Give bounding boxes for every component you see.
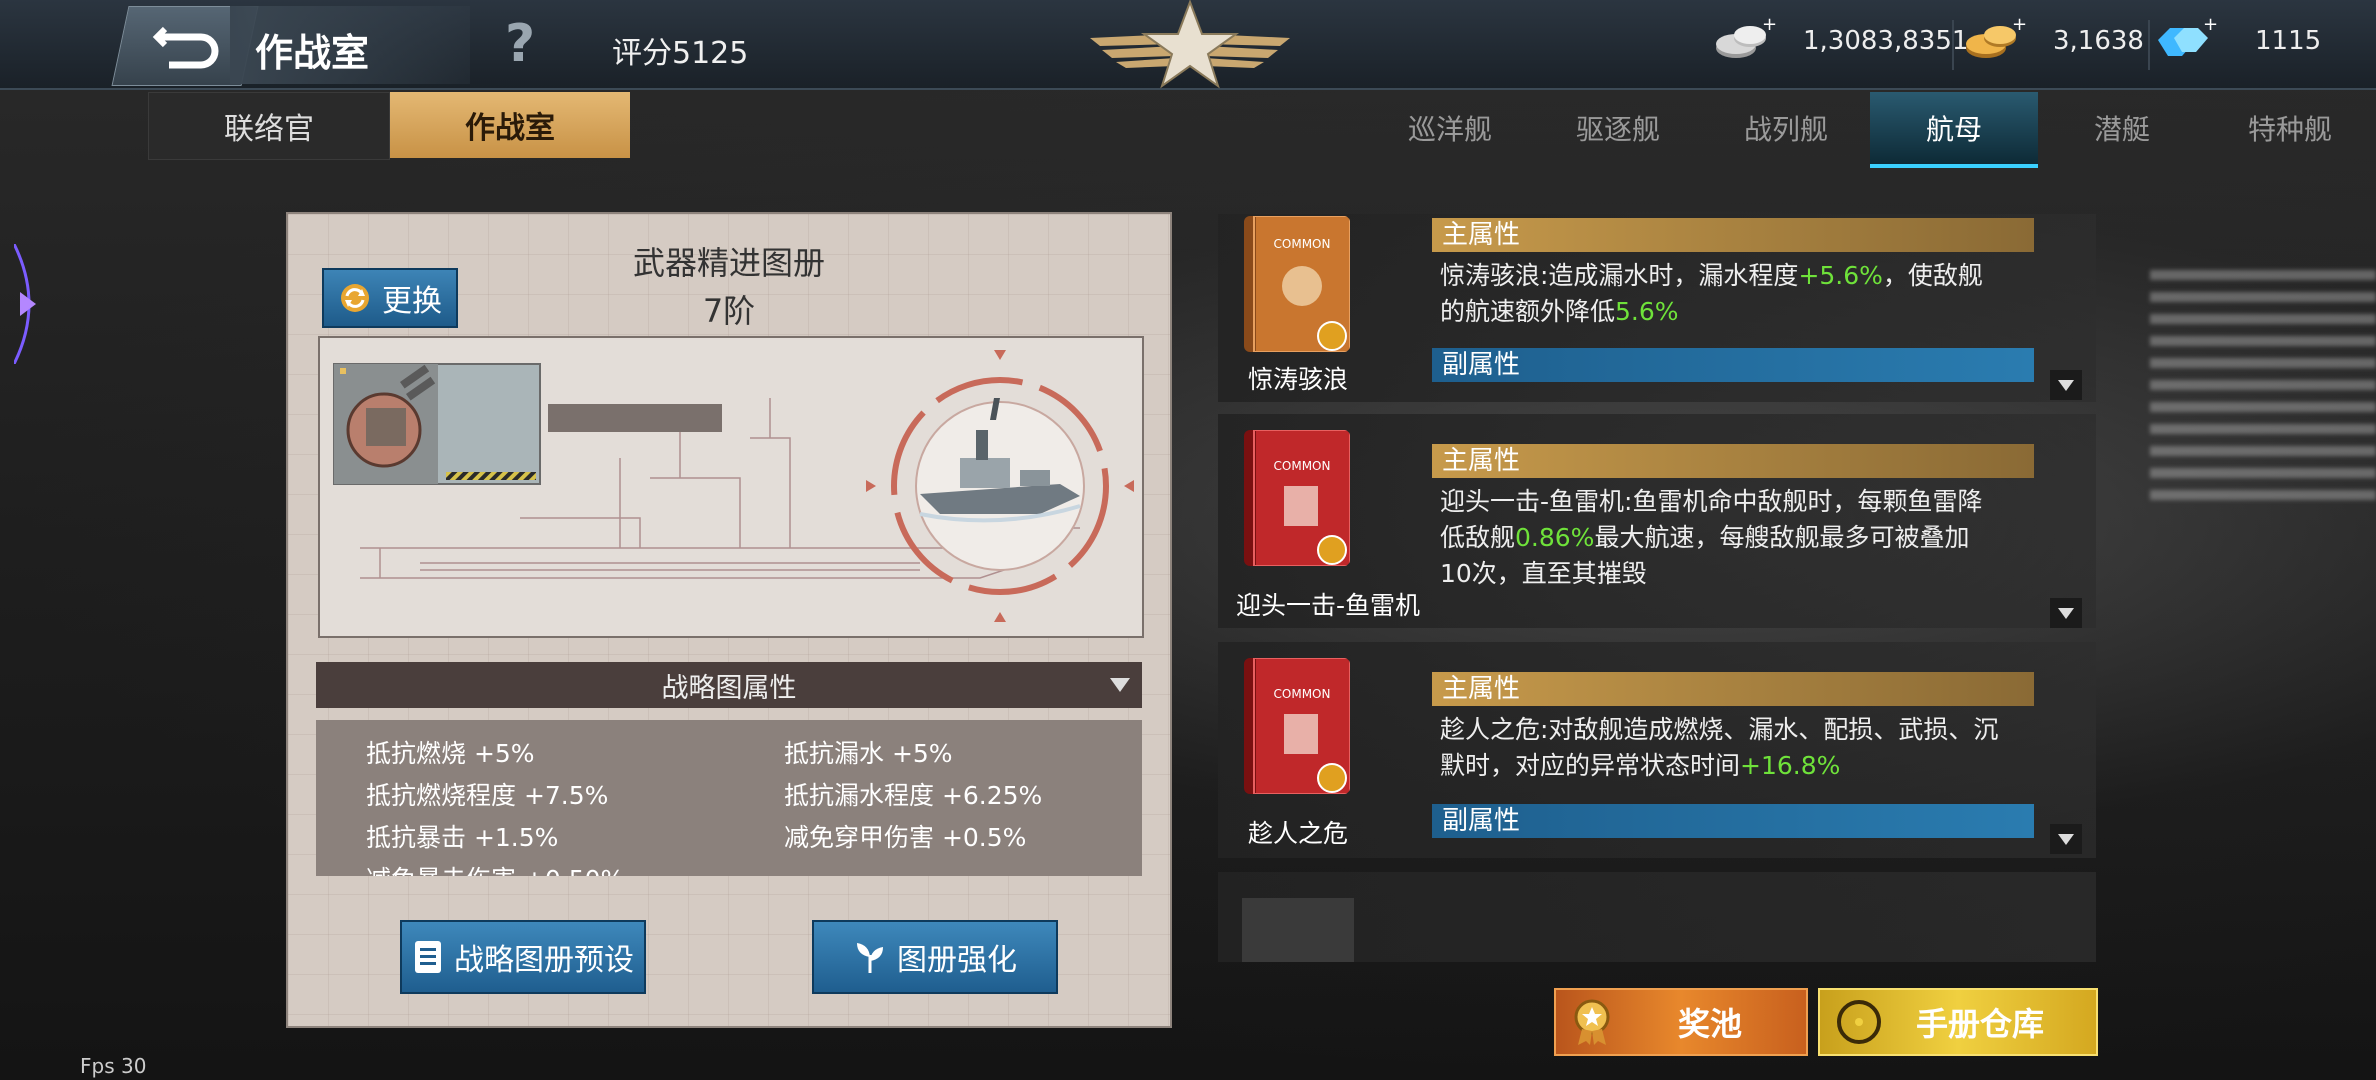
manual-card[interactable]: COMMON 迎头一击-鱼雷机 主属性 迎头一击-鱼雷机:鱼雷机命中敌舰时，每颗…: [1218, 414, 2096, 628]
main-attribute-label: 主属性: [1432, 218, 2034, 252]
star-wings-emblem-icon: [1090, 0, 1290, 89]
page-title: 作战室: [255, 31, 370, 75]
sprout-icon: [857, 943, 883, 973]
strategy-album-panel: 武器精进图册 7阶 更换 战略图属性 抵抗燃烧 +5% 抵抗漏水 +5% 抵抗燃…: [286, 212, 1172, 1028]
manual-name: 迎头一击-鱼雷机: [1235, 591, 1421, 620]
medal-icon: [1574, 999, 1610, 1045]
weapon-thumbnail: [333, 363, 541, 485]
prize-pool-button[interactable]: 奖池: [1554, 988, 1808, 1056]
manual-card[interactable]: COMMON 惊涛骇浪 主属性 惊涛骇浪:造成漏水时，漏水程度+5.6%，使敌舰…: [1218, 214, 2096, 402]
svg-text:COMMON: COMMON: [1274, 687, 1331, 701]
orange-book-icon: COMMON: [1244, 216, 1350, 352]
weapon-name-plate: [548, 404, 722, 432]
attribute-item: 抵抗漏水程度 +6.25%: [784, 781, 1043, 810]
manual-card[interactable]: [1218, 872, 2096, 962]
red-book-icon: COMMON: [1244, 430, 1350, 566]
sub-attribute-label: 副属性: [1432, 804, 2034, 838]
album-preset-button[interactable]: 战略图册预设: [400, 920, 646, 994]
swap-button[interactable]: 更换: [322, 268, 458, 328]
back-arrow-icon: [152, 26, 219, 69]
attribute-item: 抵抗暴击 +1.5%: [366, 823, 559, 852]
tab-liaison-officer[interactable]: 联络官: [148, 92, 390, 160]
fps-counter: Fps 30: [80, 1054, 147, 1078]
tab-war-room[interactable]: 作战室: [390, 92, 630, 158]
refresh-icon: [341, 284, 369, 312]
chevron-down-icon: [1110, 678, 1130, 692]
manual-card[interactable]: COMMON 趁人之危 主属性 趁人之危:对敌舰造成燃烧、漏水、配损、武损、沉默…: [1218, 642, 2096, 858]
add-gem-icon[interactable]: +: [2203, 14, 2218, 35]
attribute-item: 减免穿甲伤害 +0.5%: [784, 823, 1027, 852]
tab-special-ship[interactable]: 特种舰: [2206, 92, 2374, 164]
attribute-item: 减免暴击伤害 +0.50%: [366, 860, 624, 876]
manual-description: 迎头一击-鱼雷机:鱼雷机命中敌舰时，每颗鱼雷降低敌舰0.86%最大航速，每艘敌舰…: [1440, 487, 1983, 588]
expand-icon[interactable]: [2050, 370, 2082, 400]
tab-carrier[interactable]: 航母: [1870, 92, 2038, 168]
main-attribute-label: 主属性: [1432, 672, 2034, 706]
empty-book-slot: [1242, 898, 1354, 962]
add-gold-icon[interactable]: +: [2012, 14, 2027, 35]
album-enhance-label: 图册强化: [897, 943, 1017, 978]
tab-submarine[interactable]: 潜艇: [2038, 92, 2206, 164]
album-preset-label: 战略图册预设: [454, 943, 634, 978]
attribute-item: 抵抗燃烧程度 +7.5%: [366, 781, 609, 810]
expand-icon[interactable]: [2050, 824, 2082, 854]
svg-text:COMMON: COMMON: [1274, 237, 1331, 251]
add-silver-icon[interactable]: +: [1762, 14, 1777, 35]
tab-battleship[interactable]: 战列舰: [1702, 92, 1870, 164]
manual-warehouse-label: 手册仓库: [1916, 1005, 2045, 1043]
manual-warehouse-button[interactable]: 手册仓库: [1818, 988, 2098, 1056]
manual-name: 惊涛骇浪: [1247, 365, 1348, 394]
expand-icon[interactable]: [2050, 598, 2082, 628]
manual-description: 惊涛骇浪:造成漏水时，漏水程度+5.6%，使敌舰的航速额外降低5.6%: [1440, 261, 1983, 326]
attribute-header-label: 战略图属性: [661, 672, 797, 704]
red-book-icon: COMMON: [1244, 658, 1350, 794]
attribute-item: 抵抗漏水 +5%: [784, 739, 953, 768]
main-attribute-label: 主属性: [1432, 444, 2034, 478]
side-drawer-arrow-icon[interactable]: [12, 243, 54, 368]
gem-amount: 1115: [2255, 26, 2322, 56]
svg-text:COMMON: COMMON: [1274, 459, 1331, 473]
prize-pool-label: 奖池: [1678, 1005, 1743, 1043]
score-label: 评分5125: [612, 36, 749, 71]
help-icon[interactable]: ?: [505, 18, 535, 70]
swap-label: 更换: [382, 284, 442, 319]
silver-amount: 1,3083,8351: [1803, 26, 1969, 56]
ship-target-ring: [866, 350, 1134, 622]
gold-amount: 3,1638: [2053, 26, 2144, 56]
attribute-header[interactable]: 战略图属性: [316, 662, 1142, 708]
divider: [1952, 20, 1954, 70]
album-enhance-button[interactable]: 图册强化: [812, 920, 1058, 994]
attribute-item: 抵抗燃烧 +5%: [366, 739, 535, 768]
document-icon: [415, 941, 441, 973]
attribute-list: 抵抗燃烧 +5% 抵抗漏水 +5% 抵抗燃烧程度 +7.5% 抵抗漏水程度 +6…: [316, 720, 1142, 876]
sub-attribute-label: 副属性: [1432, 348, 2034, 382]
divider: [2148, 20, 2150, 70]
window-light: [2150, 270, 2376, 500]
manual-name: 趁人之危: [1247, 819, 1348, 848]
tab-destroyer[interactable]: 驱逐舰: [1534, 92, 1702, 164]
tab-cruiser[interactable]: 巡洋舰: [1366, 92, 1534, 164]
compass-icon: [1837, 1000, 1881, 1044]
ship-blueprint: [318, 336, 1144, 638]
manual-description: 趁人之危:对敌舰造成燃烧、漏水、配损、武损、沉默时，对应的异常状态时间+16.8…: [1440, 715, 1999, 780]
